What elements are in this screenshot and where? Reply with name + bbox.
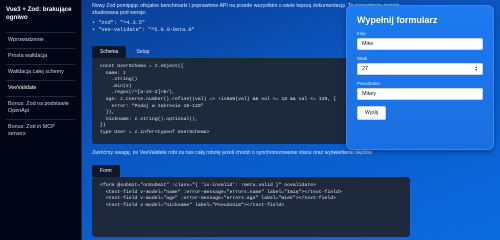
age-label: Wiek bbox=[357, 56, 368, 61]
tab-form[interactable]: Form bbox=[92, 165, 120, 177]
sidebar-item-bonus-mcp[interactable]: Bonus: Zod in MCP servers bbox=[6, 119, 75, 142]
code-tabs-2: Form bbox=[92, 165, 422, 177]
age-input-value: 27 bbox=[362, 66, 368, 72]
tab-schema[interactable]: Schema bbox=[92, 46, 127, 58]
code-line: <text-field v-model="nickname" label="Ps… bbox=[100, 202, 285, 208]
name-input-value: Mike bbox=[362, 41, 374, 47]
sidebar-item-walidacja-calej-schemy[interactable]: Walidacja całej schemy bbox=[6, 64, 75, 80]
code-line: <text-field v-model="age" :error-message… bbox=[100, 196, 337, 202]
nickname-input[interactable]: Mikey bbox=[357, 88, 483, 100]
main-content: Nowy Zod pomijając oficjalne benchmarki … bbox=[82, 0, 500, 240]
code-line: <form @submit="onSubmit" :class="{ 'is-i… bbox=[100, 183, 316, 188]
form-title: Wypełnij formularz bbox=[357, 15, 438, 25]
name-input[interactable]: Mike bbox=[357, 38, 483, 50]
age-input[interactable]: 27 ▲ ▼ bbox=[357, 63, 483, 75]
form-card: Wypełnij formularz Imię Mike Wiek 27 ▲ ▼ … bbox=[346, 5, 494, 150]
number-spinner-icon[interactable]: ▲ ▼ bbox=[475, 65, 478, 73]
code-block-form: <form @submit="onSubmit" :class="{ 'is-i… bbox=[92, 177, 410, 237]
nickname-input-value: Mikey bbox=[362, 91, 377, 97]
sidebar: Vue3 + Zod: brakujące ogniwo Wprowadzeni… bbox=[0, 0, 82, 240]
submit-button[interactable]: Wyślij bbox=[357, 106, 387, 120]
tab-setup[interactable]: Setup bbox=[128, 46, 157, 58]
sidebar-item-wprowadzenie[interactable]: Wprowadzenie bbox=[6, 32, 75, 48]
sidebar-item-bonus-openapi[interactable]: Bonus: Zod na podstawie OpenApi bbox=[6, 96, 75, 119]
description-text: Zwróćmy uwagę, że VeeValidate robi za na… bbox=[92, 150, 373, 156]
sidebar-item-veevalidate[interactable]: VeeValidate bbox=[6, 80, 75, 96]
sidebar-brand: Vue3 + Zod: brakujące ogniwo bbox=[6, 6, 72, 21]
nickname-label: Pseudonim bbox=[357, 81, 380, 86]
sidebar-item-prosta-walidacja[interactable]: Prosta walidacja bbox=[6, 48, 75, 64]
name-label: Imię bbox=[357, 31, 366, 36]
